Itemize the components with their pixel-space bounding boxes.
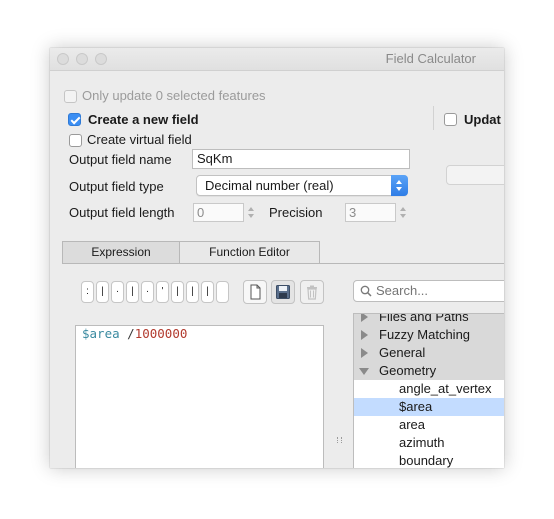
tree-group-geometry[interactable]: Geometry (354, 362, 504, 380)
tree-group-label: General (379, 345, 426, 360)
update-existing-field-label: Updat (464, 112, 501, 127)
search-input[interactable] (376, 282, 496, 299)
expand-arrow-icon[interactable] (361, 330, 368, 340)
operator-button[interactable]: | (126, 281, 139, 303)
output-field-type-value: Decimal number (real) (205, 178, 334, 193)
tree-item[interactable]: area (354, 416, 504, 434)
update-existing-field-checkbox[interactable] (444, 113, 457, 126)
operator-button[interactable]: : (81, 281, 94, 303)
operator-button[interactable]: | (186, 281, 199, 303)
output-field-name-input[interactable]: SqKm (192, 149, 410, 169)
output-field-name-label: Output field name (69, 152, 172, 167)
zoom-window-button[interactable] (95, 53, 107, 65)
expression-code: $area /1000000 (82, 326, 187, 341)
tab-expression-label: Expression (91, 245, 151, 259)
tree-item[interactable]: azimuth (354, 434, 504, 452)
title-bar: Field Calculator (50, 48, 504, 71)
tree-item-selected[interactable]: $area (354, 398, 504, 416)
tree-item-label: angle_at_vertex (399, 381, 492, 396)
tree-item-label: $area (399, 399, 433, 414)
save-button[interactable] (271, 280, 295, 304)
collapse-arrow-icon[interactable] (359, 368, 369, 375)
only-update-selected-label: Only update 0 selected features (82, 88, 266, 103)
close-window-button[interactable] (57, 53, 69, 65)
output-field-length-label: Output field length (69, 205, 175, 220)
create-virtual-field-checkbox[interactable] (69, 134, 82, 147)
tree-item[interactable]: angle_at_vertex (354, 380, 504, 398)
only-update-selected-checkbox[interactable] (64, 90, 77, 103)
expand-arrow-icon[interactable] (361, 348, 368, 358)
tree-group-label: Fuzzy Matching (379, 327, 471, 342)
expression-editor[interactable]: $area /1000000 (75, 325, 324, 468)
tree-group-fuzzy-matching[interactable]: Fuzzy Matching (354, 326, 504, 344)
precision-stepper-icon[interactable] (398, 203, 409, 222)
tab-function-editor-label: Function Editor (209, 245, 290, 259)
create-new-field-label: Create a new field (88, 112, 199, 127)
trash-icon (307, 285, 317, 300)
new-file-button[interactable] (243, 280, 267, 304)
tree-item-label: area (399, 417, 426, 432)
operator-button[interactable]: ' (156, 281, 169, 303)
tree-group-files-and-paths[interactable]: Files and Paths (354, 313, 504, 326)
tree-item-label: azimuth (399, 435, 445, 450)
output-field-type-label: Output field type (69, 179, 164, 194)
dropdown-arrows-icon (391, 175, 408, 196)
delete-button[interactable] (300, 280, 324, 304)
section-divider (433, 106, 434, 130)
tree-group-general[interactable]: General (354, 344, 504, 362)
output-field-type-select[interactable]: Decimal number (real) (196, 175, 408, 196)
function-tree[interactable]: Files and Paths Fuzzy Matching General G… (353, 313, 504, 468)
tree-item[interactable]: boundary (354, 452, 504, 468)
expression-number: 1000000 (134, 326, 188, 341)
new-file-icon (250, 284, 261, 300)
minimize-window-button[interactable] (76, 53, 88, 65)
operator-button[interactable]: · (111, 281, 124, 303)
tab-function-editor[interactable]: Function Editor (179, 241, 320, 264)
expression-operator: / (119, 326, 135, 341)
tree-item-label: boundary (399, 453, 454, 468)
existing-field-combobox[interactable] (446, 165, 504, 185)
operator-button[interactable]: | (171, 281, 184, 303)
tab-baseline (320, 263, 504, 264)
expand-arrow-icon[interactable] (361, 314, 368, 322)
operator-button[interactable]: · (141, 281, 154, 303)
tree-group-label: Geometry (379, 363, 437, 378)
field-calculator-window: Field Calculator Only update 0 selected … (50, 48, 504, 468)
search-field[interactable] (353, 280, 504, 302)
precision-label: Precision (269, 205, 323, 220)
search-icon (360, 285, 372, 297)
create-virtual-field-label: Create virtual field (87, 132, 192, 147)
operator-button[interactable]: | (201, 281, 214, 303)
expression-variable: $area (82, 326, 120, 341)
precision-input[interactable]: 3 (345, 203, 396, 222)
operator-button[interactable] (216, 281, 229, 303)
tree-group-label: Files and Paths (379, 313, 469, 324)
window-title: Field Calculator (385, 51, 476, 66)
tab-expression[interactable]: Expression (62, 241, 180, 264)
splitter-handle[interactable] (337, 437, 342, 443)
length-stepper-icon[interactable] (246, 203, 257, 222)
output-field-length-input[interactable]: 0 (193, 203, 244, 222)
create-new-field-checkbox[interactable] (68, 113, 81, 126)
operator-button[interactable]: | (96, 281, 109, 303)
save-disk-icon (276, 285, 290, 299)
